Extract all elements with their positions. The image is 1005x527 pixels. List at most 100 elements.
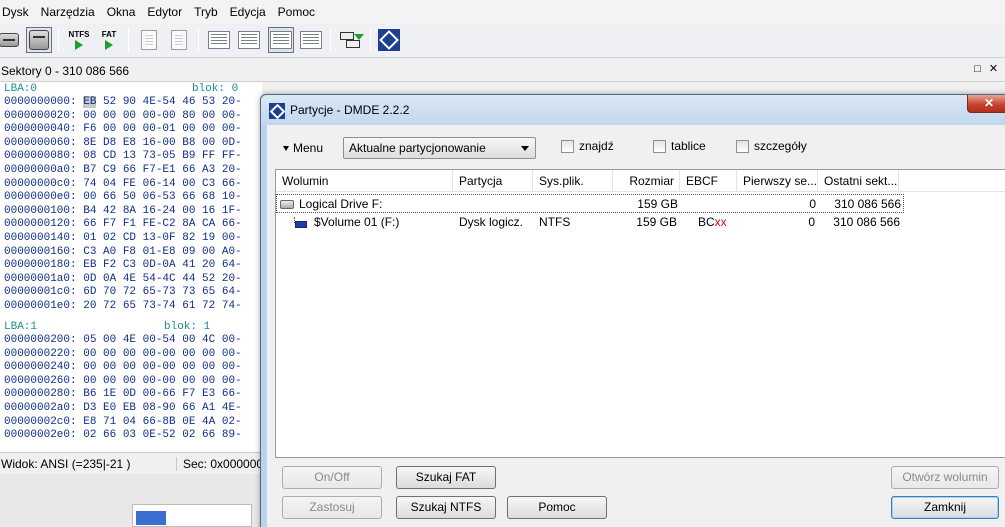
hex-row[interactable]: 0000000280: B6 1E 0D 00-66 F7 E3 66- [4, 388, 242, 401]
dialog-titlebar[interactable]: Partycje - DMDE 2.2.2 ✕ [261, 95, 1005, 125]
hex-row[interactable]: 00000000a0: B7 C9 66 F7-E1 66 A3 20- [4, 164, 242, 177]
hex-offset: 0000000260: [4, 374, 84, 387]
find-checkbox[interactable]: znajdź [561, 139, 614, 153]
menu-narzedzia[interactable]: Narzędzia [39, 5, 101, 19]
menu-dysk[interactable]: Dysk [0, 5, 35, 19]
ntfs-label: NTFS [68, 30, 90, 39]
hex-row[interactable]: 0000000160: C3 A0 F8 01-E8 09 00 A0- [4, 246, 242, 259]
drive-icon [0, 33, 19, 47]
search-list-button[interactable] [298, 27, 324, 53]
hex-row[interactable]: 0000000020: 00 00 00 00-00 80 00 00- [4, 110, 242, 123]
open-volume-button[interactable]: Otwórz wolumin [891, 466, 999, 489]
col-size[interactable]: Rozmiar [613, 170, 680, 192]
apply-button[interactable]: Zastosuj [282, 496, 382, 519]
hex-row[interactable]: 0000000260: 00 00 00 00-00 00 00 00- [4, 375, 242, 388]
col-first-sector[interactable]: Pierwszy se... [737, 170, 818, 192]
col-partition[interactable]: Partycja [453, 170, 533, 192]
drive-selected-button[interactable] [26, 27, 52, 53]
close-button[interactable]: Zamknij [891, 496, 999, 519]
hex-row[interactable]: 0000000080: 08 CD 13 73-05 B9 FF FF- [4, 150, 242, 163]
hex-row[interactable]: 00000001c0: 6D 70 72 65-73 73 65 64- [4, 286, 242, 299]
hex-row[interactable]: 0000000220: 00 00 00 00-00 00 00 00- [4, 348, 242, 361]
fat-icon: FAT [102, 30, 116, 50]
hex-row[interactable]: 00000001e0: 20 72 65 73-74 61 72 74- [4, 300, 242, 313]
col-ebcf[interactable]: EBCF [680, 170, 737, 192]
ntfs-button[interactable]: NTFS [66, 27, 92, 53]
partitioning-mode-value: Aktualne partycjonowanie [349, 141, 486, 155]
sector-panel-header: Sektory 0 - 310 086 566 □ ✕ [0, 60, 1005, 82]
hex-row[interactable]: 0000000240: 00 00 00 00-00 00 00 00- [4, 361, 242, 374]
volume-size: 159 GB [637, 197, 678, 211]
hex-offset: 0000000140: [4, 232, 84, 244]
search-ntfs-button[interactable]: Szukaj NTFS [396, 496, 496, 519]
lba-label: LBA:1 [4, 321, 38, 333]
maximize-icon[interactable]: □ [972, 64, 983, 75]
filesystem: NTFS [539, 215, 571, 229]
partitioning-mode-select[interactable]: Aktualne partycjonowanie [343, 137, 536, 159]
details-checkbox[interactable]: szczegóły [736, 139, 807, 153]
dialog-close-button[interactable]: ✕ [967, 95, 1005, 113]
hex-row[interactable]: 0000000100: B4 42 8A 16-24 00 16 1F- [4, 205, 242, 218]
drive-button[interactable] [0, 27, 22, 53]
on-off-button[interactable]: On/Off [282, 466, 382, 489]
toolbar: NTFS FAT [0, 24, 1005, 58]
checkbox-box[interactable] [736, 139, 749, 153]
menu-edytor[interactable]: Edytor [145, 5, 188, 19]
grid-view-button[interactable] [268, 27, 294, 53]
hex-row[interactable]: 0000000120: 66 F7 F1 FE-C2 8A CA 66- [4, 218, 242, 231]
menu-okna[interactable]: Okna [105, 5, 142, 19]
open-document-button[interactable] [136, 27, 162, 53]
hex-row[interactable]: 00000002e0: 02 66 03 0E-52 02 66 89- [4, 429, 242, 442]
toolbar-separator [330, 28, 331, 52]
tables-checkbox[interactable]: tablice [653, 139, 706, 153]
checkbox-box[interactable] [653, 139, 666, 153]
table-row[interactable]: Logical Drive F: 159 GB 0 310 086 566 [276, 194, 904, 213]
list-detail-icon [238, 31, 260, 49]
hex-row[interactable]: 00000000c0: 74 04 FE 06-14 00 C3 66- [4, 178, 242, 191]
copy-sectors-button[interactable] [338, 27, 364, 53]
hex-view[interactable]: LBA:0 blok: 0 0000000000: EB 52 90 4E-54 … [0, 82, 262, 452]
close-icon[interactable]: ✕ [988, 64, 999, 75]
hex-row[interactable]: 00000000e0: 00 66 50 06-53 66 68 10- [4, 191, 242, 204]
hex-row[interactable]: 0000000040: F6 00 00 00-01 00 00 00- [4, 123, 242, 136]
hex-row[interactable]: 0000000200: 05 00 4E 00-54 00 4C 00- [4, 334, 242, 347]
hex-cursor-byte[interactable]: EB [83, 96, 97, 108]
hex-row[interactable]: 00000001a0: 0D 0A 4E 54-4C 44 52 20- [4, 273, 242, 286]
find-label: znajdź [579, 139, 614, 153]
hex-row[interactable]: 00000002a0: D3 E0 EB 08-90 66 A1 4E- [4, 402, 242, 415]
list-icon [208, 31, 230, 49]
menu-dropdown-button[interactable]: Menu [283, 141, 323, 155]
help-button[interactable]: Pomoc [507, 496, 607, 519]
hex-row[interactable]: 0000000000: EB 52 90 4E-54 46 53 20- [4, 96, 242, 109]
dmde-logo-button[interactable] [376, 27, 402, 53]
ntfs-icon: NTFS [68, 30, 90, 50]
hex-bytes: EB F2 C3 0D-0A 41 20 64- [83, 259, 242, 272]
toolbar-separator [198, 28, 199, 52]
col-last-sector[interactable]: Ostatni sekt... [818, 170, 899, 192]
hex-row[interactable]: 0000000060: 8E D8 E8 16-00 B8 00 0D- [4, 137, 242, 150]
fat-button[interactable]: FAT [96, 27, 122, 53]
hex-offset: 00000002e0: [4, 429, 84, 442]
hex-bytes: 6D 70 72 65-73 73 65 64- [83, 286, 242, 299]
detail-view-button[interactable] [236, 27, 262, 53]
hex-row[interactable]: 00000002c0: E8 71 04 66-8B 0E 4A 02- [4, 416, 242, 429]
menu-edycja[interactable]: Edycja [228, 5, 272, 19]
partitions-table[interactable]: Wolumin Partycja Sys.plik. Rozmiar EBCF … [275, 169, 1005, 458]
col-volume[interactable]: Wolumin [276, 170, 453, 192]
hex-bytes: D3 E0 EB 08-90 66 A1 4E- [83, 402, 242, 414]
table-row[interactable]: $Volume 01 (F:) Dysk logicz. NTFS 159 GB… [276, 213, 1005, 232]
document-new-icon [171, 30, 187, 50]
new-document-button[interactable] [166, 27, 192, 53]
menu-pomoc[interactable]: Pomoc [276, 5, 321, 19]
search-fat-button[interactable]: Szukaj FAT [396, 466, 496, 489]
checkbox-box[interactable] [561, 139, 574, 153]
menu-tryb[interactable]: Tryb [192, 5, 224, 19]
hex-offset: 0000000080: [4, 150, 84, 163]
list-view-button[interactable] [206, 27, 232, 53]
hex-bytes: 08 CD 13 73-05 B9 FF FF- [83, 150, 242, 163]
col-filesystem[interactable]: Sys.plik. [533, 170, 613, 192]
hex-row[interactable]: 0000000180: EB F2 C3 0D-0A 41 20 64- [4, 259, 242, 272]
hex-row[interactable]: 0000000140: 01 02 CD 13-0F 82 19 00- [4, 232, 242, 245]
background-window [0, 474, 262, 527]
hex-bytes: 74 04 FE 06-14 00 C3 66- [83, 177, 242, 190]
